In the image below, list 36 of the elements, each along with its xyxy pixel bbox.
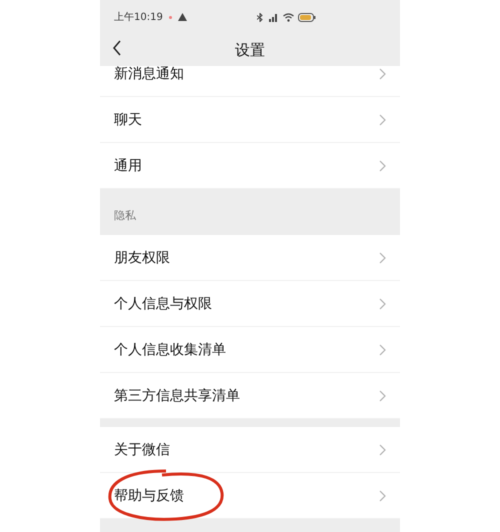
item-label: 朋友权限 xyxy=(114,248,170,266)
item-label: 聊天 xyxy=(114,110,142,128)
wifi-icon xyxy=(282,12,294,22)
item-label: 帮助与反馈 xyxy=(114,486,184,504)
item-label: 第三方信息共享清单 xyxy=(114,386,240,404)
chevron-icon xyxy=(379,68,386,80)
nav-title: 设置 xyxy=(235,40,265,60)
item-label: 个人信息与权限 xyxy=(114,294,212,312)
item-label: 个人信息收集清单 xyxy=(114,340,226,358)
chevron-icon xyxy=(379,444,386,456)
chevron-icon xyxy=(379,490,386,502)
notification-dot-icon xyxy=(168,16,172,18)
item-label: 新消息通知 xyxy=(114,66,184,82)
signal-icon xyxy=(266,12,279,22)
status-time: 上午10:19 xyxy=(114,10,163,24)
settings-item[interactable]: 个人信息收集清单 xyxy=(100,327,400,373)
settings-item[interactable]: 关于微信 xyxy=(100,427,400,473)
settings-item[interactable]: 个人信息与权限 xyxy=(100,281,400,327)
item-label: 关于微信 xyxy=(114,440,170,458)
section-header: 隐私 xyxy=(114,208,136,222)
chevron-icon xyxy=(379,390,386,402)
settings-item[interactable]: 第三方信息共享清单 xyxy=(100,373,400,419)
settings-item[interactable]: 聊天 xyxy=(100,97,400,143)
battery-icon xyxy=(298,12,316,22)
warning-icon xyxy=(178,13,187,21)
back-icon[interactable] xyxy=(112,40,122,56)
settings-item[interactable]: 通用 xyxy=(100,143,400,189)
chevron-icon xyxy=(379,344,386,356)
chevron-icon xyxy=(379,252,386,264)
settings-item[interactable]: 新消息通知 xyxy=(100,66,400,97)
settings-item[interactable]: 朋友权限 xyxy=(100,235,400,281)
chevron-icon xyxy=(379,160,386,172)
bluetooth-icon xyxy=(256,12,263,22)
chevron-icon xyxy=(379,114,386,126)
chevron-icon xyxy=(379,298,386,310)
item-label: 通用 xyxy=(114,156,142,174)
